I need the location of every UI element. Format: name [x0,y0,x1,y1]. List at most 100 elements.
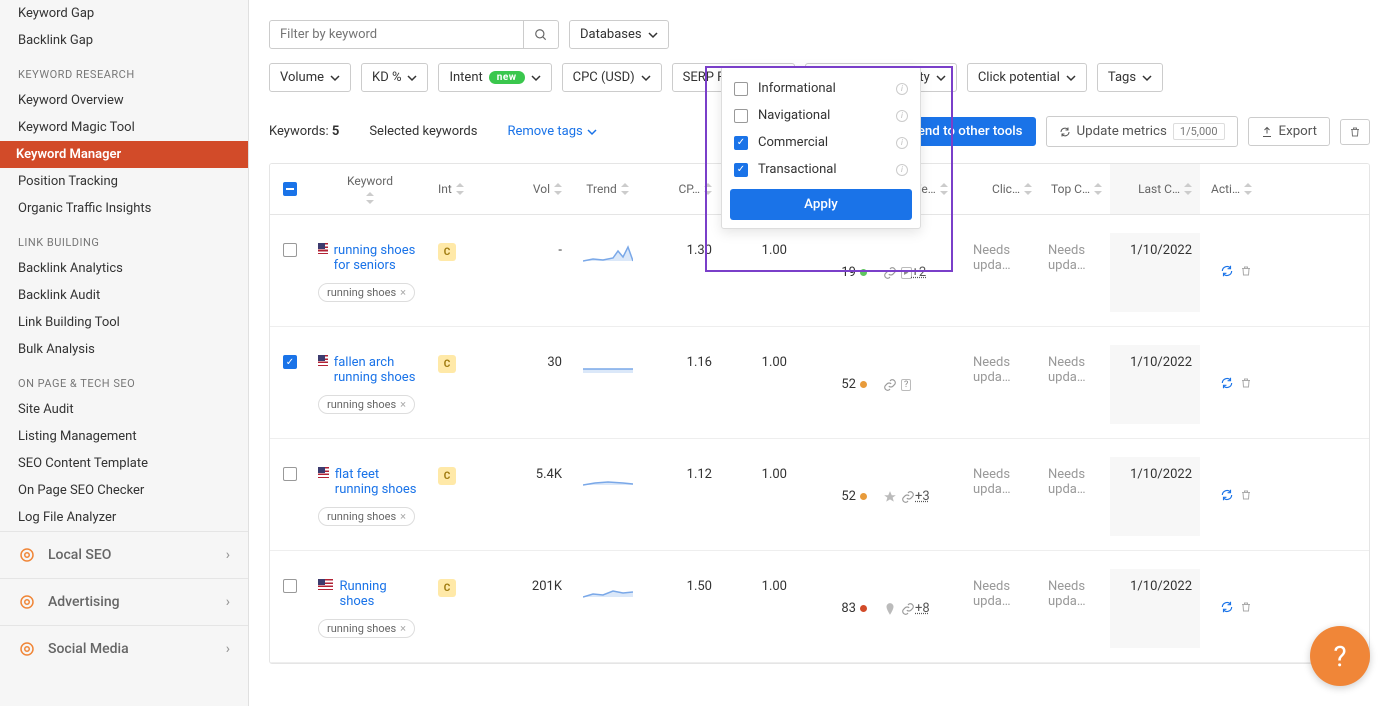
info-icon[interactable]: i [896,110,908,122]
filter-kd[interactable]: KD % [361,63,428,92]
remove-tags-link[interactable]: Remove tags [507,124,596,139]
table-row: fallen arch running shoes running shoes ×… [270,327,1369,439]
keyword-link[interactable]: running shoes for seniors [334,243,422,273]
upload-icon [1261,126,1273,138]
sidebar-collapse-item[interactable]: Advertising› [0,578,248,625]
keyword-link[interactable]: flat feet running shoes [335,467,422,497]
tag-chip[interactable]: running shoes × [318,395,415,414]
filter-intent[interactable]: Intentnew [438,63,551,92]
table-row: Running shoesrunning shoes ×C201K1.501.0… [270,551,1369,663]
com-cell: 1.00 [720,569,795,648]
intent-option[interactable]: Commerciali [730,129,912,156]
cpc-cell: 1.30 [645,233,720,312]
checkbox[interactable] [734,163,748,177]
apply-button[interactable]: Apply [730,189,912,220]
tag-chip[interactable]: running shoes × [318,283,415,302]
column-header[interactable]: Vol [480,164,570,214]
delete-row-icon[interactable] [1240,601,1252,617]
delete-row-icon[interactable] [1240,489,1252,505]
row-checkbox[interactable] [283,467,297,481]
sort-icon [1184,183,1192,195]
info-icon[interactable]: i [896,83,908,95]
chevron-down-icon [407,73,417,83]
sort-icon [1244,183,1252,195]
column-header[interactable]: Int [430,164,480,214]
help-button[interactable]: ? [1310,626,1370,686]
filter-click[interactable]: Click potential [967,63,1087,92]
sidebar-item[interactable]: Listing Management [0,423,248,450]
row-checkbox[interactable] [283,243,297,257]
row-checkbox[interactable] [283,579,297,593]
serp-icons [883,602,915,616]
refresh-row-icon[interactable] [1220,376,1234,394]
us-flag-icon [318,467,329,478]
serp-more[interactable]: +8 [915,601,930,616]
remove-tag-icon[interactable]: × [400,398,406,411]
sidebar-item[interactable]: Organic Traffic Insights [0,195,248,222]
delete-all-button[interactable] [1340,119,1370,145]
sidebar-collapse-item[interactable]: Social Media› [0,625,248,672]
refresh-row-icon[interactable] [1220,264,1234,282]
filter-tags[interactable]: Tags [1097,63,1163,92]
intent-option[interactable]: Navigationali [730,102,912,129]
select-all-checkbox[interactable] [283,182,297,196]
keyword-link[interactable]: Running shoes [339,579,422,609]
serp-more[interactable]: +3 [915,489,930,504]
filter-keyword-input[interactable] [269,20,524,49]
refresh-row-icon[interactable] [1220,600,1234,618]
sidebar-item[interactable]: On Page SEO Checker [0,477,248,504]
sort-icon [366,192,374,204]
checkbox[interactable] [734,82,748,96]
search-button[interactable] [524,20,559,49]
trend-sparkline [583,579,633,599]
sidebar-item[interactable]: Keyword Magic Tool [0,114,248,141]
sidebar-item[interactable]: Link Building Tool [0,309,248,336]
remove-tag-icon[interactable]: × [400,286,406,299]
sidebar-item[interactable]: Site Audit [0,396,248,423]
column-header[interactable]: Trend [570,164,645,214]
refresh-row-icon[interactable] [1220,488,1234,506]
sidebar-item[interactable]: Backlink Gap [0,27,248,54]
delete-row-icon[interactable] [1240,265,1252,281]
serp-more[interactable]: +2 [912,265,927,280]
cpc-cell: 1.16 [645,345,720,424]
remove-tag-icon[interactable]: × [400,622,406,635]
info-icon[interactable]: i [896,164,908,176]
column-header[interactable]: Clic… [965,164,1040,214]
sidebar-item[interactable]: Log File Analyzer [0,504,248,531]
volume-cell: 201K [480,569,570,648]
sidebar-item[interactable]: Keyword Manager [0,141,248,168]
sidebar-item[interactable]: Keyword Overview [0,87,248,114]
delete-row-icon[interactable] [1240,377,1252,393]
sidebar-item[interactable]: Backlink Audit [0,282,248,309]
column-header[interactable]: Keyword [310,164,430,214]
checkbox[interactable] [734,136,748,150]
row-checkbox[interactable] [283,355,297,369]
sidebar-collapse-item[interactable]: Local SEO› [0,531,248,578]
export-button[interactable]: Export [1248,117,1330,146]
filter-cpc[interactable]: CPC (USD) [562,63,662,92]
filter-volume[interactable]: Volume [269,63,351,92]
remove-tag-icon[interactable]: × [400,510,406,523]
intent-option[interactable]: Transactionali [730,156,912,183]
sidebar-item[interactable]: Backlink Analytics [0,255,248,282]
sidebar-item[interactable]: SEO Content Template [0,450,248,477]
info-icon[interactable]: i [896,137,908,149]
sidebar-item[interactable]: Position Tracking [0,168,248,195]
intent-option[interactable]: Informationali [730,75,912,102]
sidebar-item[interactable]: Bulk Analysis [0,336,248,363]
column-header[interactable]: Top C… [1040,164,1110,214]
databases-dropdown[interactable]: Databases [569,20,669,49]
checkbox[interactable] [734,109,748,123]
tag-chip[interactable]: running shoes × [318,507,415,526]
sidebar-item[interactable]: Keyword Gap [0,0,248,27]
sort-icon [704,183,712,195]
com-cell: 1.00 [720,233,795,312]
tag-chip[interactable]: running shoes × [318,619,415,638]
column-header[interactable]: Last C… [1110,164,1200,214]
column-header[interactable]: Acti… [1200,164,1260,214]
keyword-link[interactable]: fallen arch running shoes [334,355,422,385]
column-header[interactable]: CP… [645,164,720,214]
update-metrics-button[interactable]: Update metrics 1/5,000 [1046,116,1238,147]
intent-badge: C [438,467,456,485]
